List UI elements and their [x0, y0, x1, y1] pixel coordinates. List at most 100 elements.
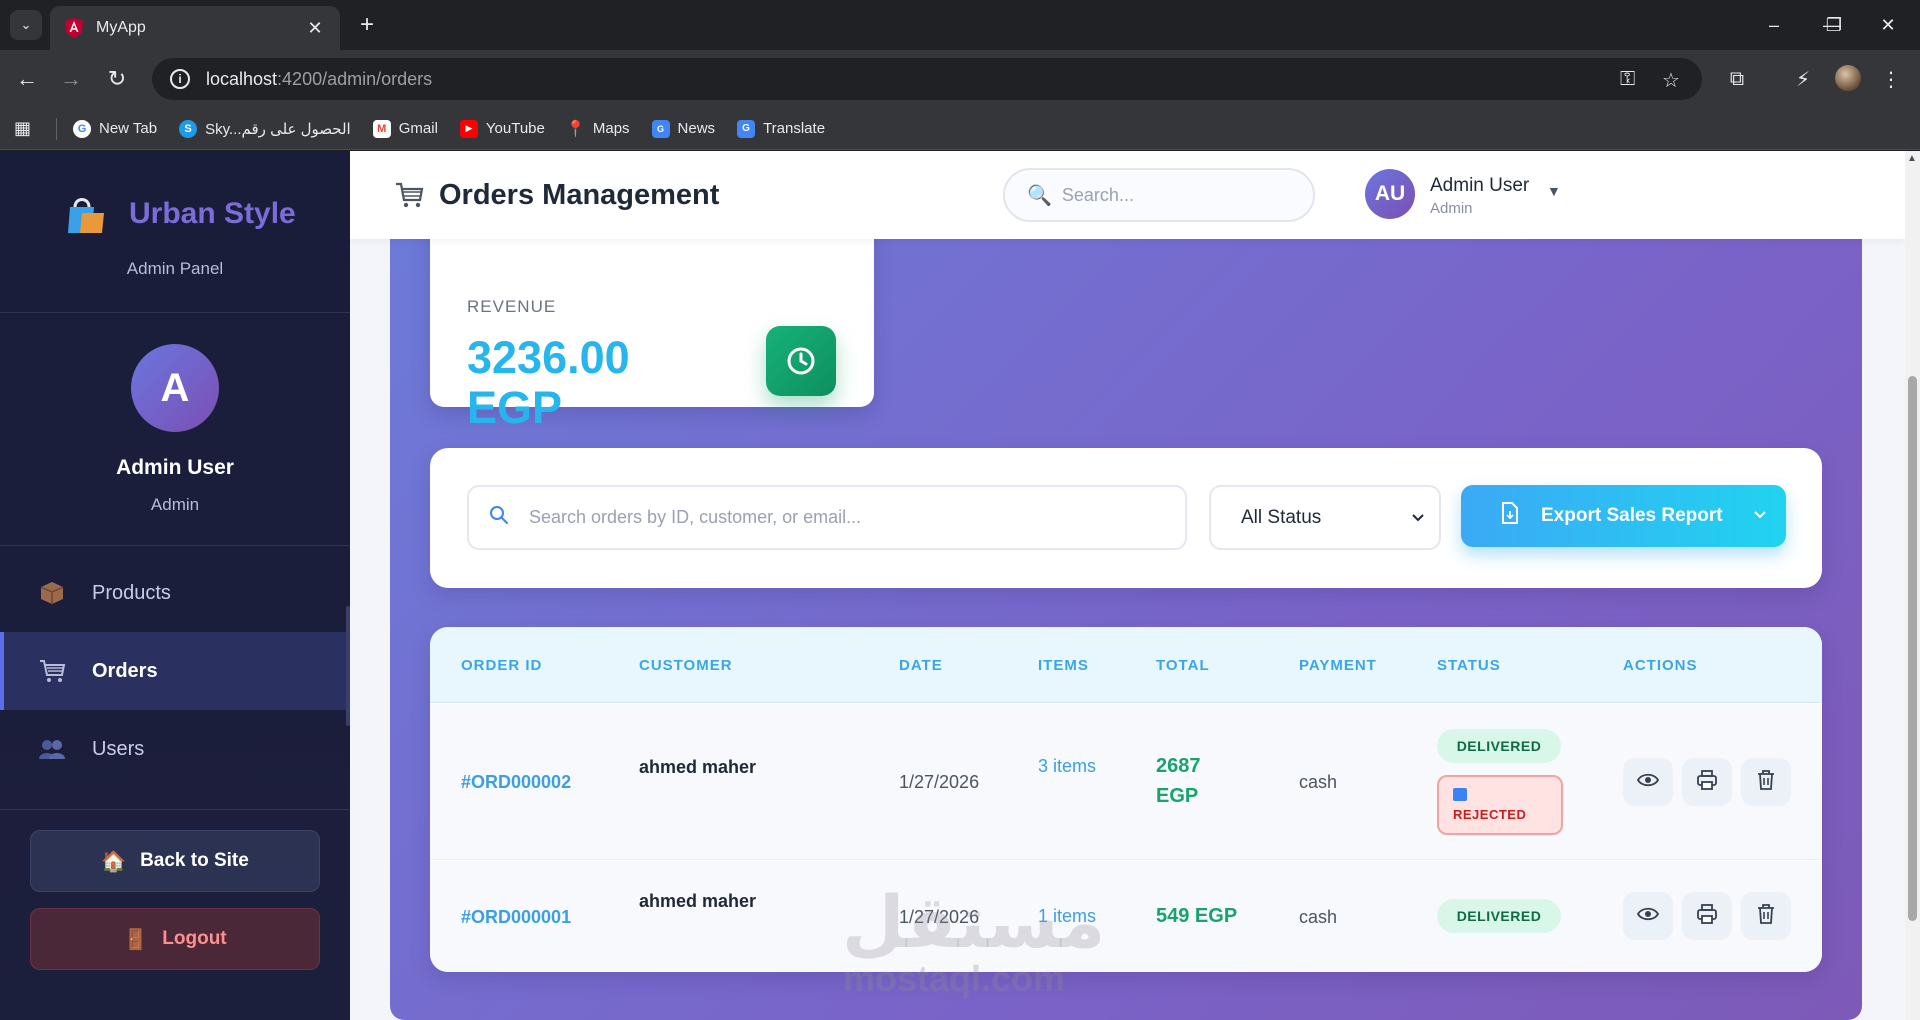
minimize-icon[interactable]: –: [1754, 10, 1794, 40]
bookmark-skype[interactable]: S Sky...الحصول على رقم: [179, 119, 351, 138]
order-search-placeholder: Search orders by ID, customer, or email.…: [529, 507, 862, 527]
print-order-button[interactable]: [1682, 892, 1732, 940]
cart-icon: [394, 181, 424, 211]
cart-icon: [38, 657, 66, 685]
chevron-down-icon: [1753, 507, 1767, 525]
key-icon[interactable]: ⚿: [1620, 68, 1635, 91]
view-order-button[interactable]: [1623, 892, 1673, 940]
sidebar-item-orders[interactable]: Orders: [0, 632, 350, 710]
view-order-button[interactable]: [1623, 758, 1673, 806]
order-total: 549 EGP: [1156, 905, 1238, 927]
bookmarks-bar: ▦ G New Tab S Sky...الحصول على رقم M Gma…: [0, 108, 1920, 150]
star-icon[interactable]: ☆: [1662, 68, 1680, 93]
tab-title: MyApp: [96, 19, 146, 36]
menu-dots-icon[interactable]: ⋮: [1876, 64, 1906, 94]
rejected-badge: REJECTED: [1437, 775, 1563, 835]
reload-icon[interactable]: ↻: [102, 64, 132, 94]
tab-search-button[interactable]: ⌄: [10, 10, 42, 40]
bookmark-label: YouTube: [485, 120, 545, 137]
bookmark-label: News: [677, 120, 716, 137]
performance-icon[interactable]: ⚡: [1788, 64, 1818, 94]
sidebar-item-products[interactable]: Products: [0, 554, 350, 632]
maps-icon: 📍: [565, 120, 586, 138]
bookmark-label: Gmail: [398, 120, 438, 137]
column-header[interactable]: ORDER ID: [461, 657, 542, 674]
bookmark-gmail[interactable]: M Gmail: [372, 119, 438, 138]
items-link[interactable]: 3 items: [1038, 751, 1098, 781]
delete-order-button[interactable]: [1741, 758, 1791, 806]
chevron-down-icon[interactable]: ▼: [1547, 183, 1561, 199]
return-icon: [1453, 788, 1467, 801]
back-arrow-icon[interactable]: ←: [12, 64, 42, 94]
window-close-button[interactable]: ✕: [1868, 10, 1908, 40]
table-row[interactable]: #ORD000001 ahmed maher 1/27/2026 1 items…: [430, 861, 1822, 972]
order-search-input[interactable]: Search orders by ID, customer, or email.…: [467, 485, 1187, 550]
column-header[interactable]: ITEMS: [1038, 657, 1089, 674]
main-content: REVENUE 3236.00 EGP Orders Management 🔍 …: [350, 151, 1905, 1020]
printer-icon: [1697, 903, 1717, 929]
order-id-link[interactable]: #ORD000001: [461, 907, 571, 928]
bookmark-news[interactable]: G News: [651, 119, 716, 138]
scroll-up-icon[interactable]: ▲: [1907, 153, 1917, 164]
rejected-label: REJECTED: [1453, 807, 1527, 822]
export-sales-report-button[interactable]: Export Sales Report: [1461, 485, 1786, 547]
extensions-icon[interactable]: ⧉: [1722, 64, 1752, 94]
url-path: :4200/admin/orders: [277, 68, 433, 89]
watermark-text: mostaql.com: [843, 958, 1066, 999]
order-total: 2687 EGP: [1156, 755, 1201, 807]
new-tab-button[interactable]: +: [352, 10, 382, 40]
close-icon[interactable]: ✕: [304, 18, 326, 39]
column-header[interactable]: DATE: [899, 657, 943, 674]
order-id-link[interactable]: #ORD000002: [461, 772, 571, 793]
column-header[interactable]: STATUS: [1437, 657, 1501, 674]
angular-icon: [64, 18, 84, 38]
column-header[interactable]: TOTAL: [1156, 657, 1210, 674]
print-order-button[interactable]: [1682, 758, 1732, 806]
revenue-label: REVENUE: [467, 297, 557, 316]
profile-avatar[interactable]: [1835, 65, 1861, 91]
bookmark-label: Maps: [592, 120, 630, 137]
profile-name: Admin User: [116, 456, 234, 479]
page-scrollbar[interactable]: ▲: [1905, 151, 1920, 1020]
browser-tab[interactable]: MyApp ✕: [50, 6, 340, 50]
url-host: localhost: [206, 68, 278, 89]
youtube-icon: ▶: [459, 119, 478, 138]
restore-button[interactable]: ❐: [1814, 10, 1854, 40]
bookmark-youtube[interactable]: ▶ YouTube: [459, 119, 545, 138]
eye-icon: [1636, 773, 1660, 792]
bookmark-maps[interactable]: 📍 Maps: [565, 120, 630, 138]
sidebar-item-label: Products: [92, 581, 171, 604]
admin-sidebar: Urban Style Admin Panel A Admin User Adm…: [0, 151, 350, 1020]
status-select[interactable]: All Status: [1209, 485, 1441, 550]
avatar[interactable]: AU: [1365, 169, 1415, 219]
filter-bar: Search orders by ID, customer, or email.…: [430, 448, 1822, 588]
header-user-name[interactable]: Admin User: [1430, 175, 1529, 197]
payment-method: cash: [1299, 907, 1338, 927]
chevron-down-icon: [1411, 507, 1425, 529]
bookmark-translate[interactable]: G Translate: [737, 119, 825, 138]
header-search-input[interactable]: 🔍 Search...: [1003, 168, 1315, 222]
shopping-bag-icon: [64, 195, 106, 235]
address-bar[interactable]: i localhost :4200/admin/orders ⚿ ☆: [152, 58, 1702, 100]
site-info-icon[interactable]: i: [170, 69, 190, 89]
forward-arrow-icon[interactable]: →: [56, 64, 86, 94]
table-row[interactable]: #ORD000002 ahmed maher 1/27/2026 3 items…: [430, 704, 1822, 860]
sidebar-item-users[interactable]: Users: [0, 710, 350, 788]
eye-icon: [1636, 907, 1660, 926]
logout-button[interactable]: 🚪 Logout: [30, 908, 320, 970]
delete-order-button[interactable]: [1741, 892, 1791, 940]
column-header[interactable]: PAYMENT: [1299, 657, 1377, 674]
brand-subtitle: Admin Panel: [126, 259, 224, 278]
column-header[interactable]: CUSTOMER: [639, 657, 733, 674]
back-to-site-button[interactable]: 🏠 Back to Site: [30, 830, 320, 892]
status-badge: DELIVERED: [1437, 899, 1561, 933]
door-icon: 🚪: [123, 928, 149, 951]
bookmark-new-tab[interactable]: G New Tab: [73, 119, 157, 138]
browser-tabbar: ⌄ MyApp ✕ + — – ❐ ✕: [0, 0, 1920, 50]
skype-icon: S: [179, 119, 198, 138]
back-to-site-label: Back to Site: [140, 850, 249, 871]
brand-name[interactable]: Urban Style: [129, 197, 296, 231]
apps-grid-icon[interactable]: ▦: [14, 118, 38, 139]
search-icon: [489, 505, 509, 531]
scrollbar-thumb[interactable]: [1908, 376, 1917, 921]
